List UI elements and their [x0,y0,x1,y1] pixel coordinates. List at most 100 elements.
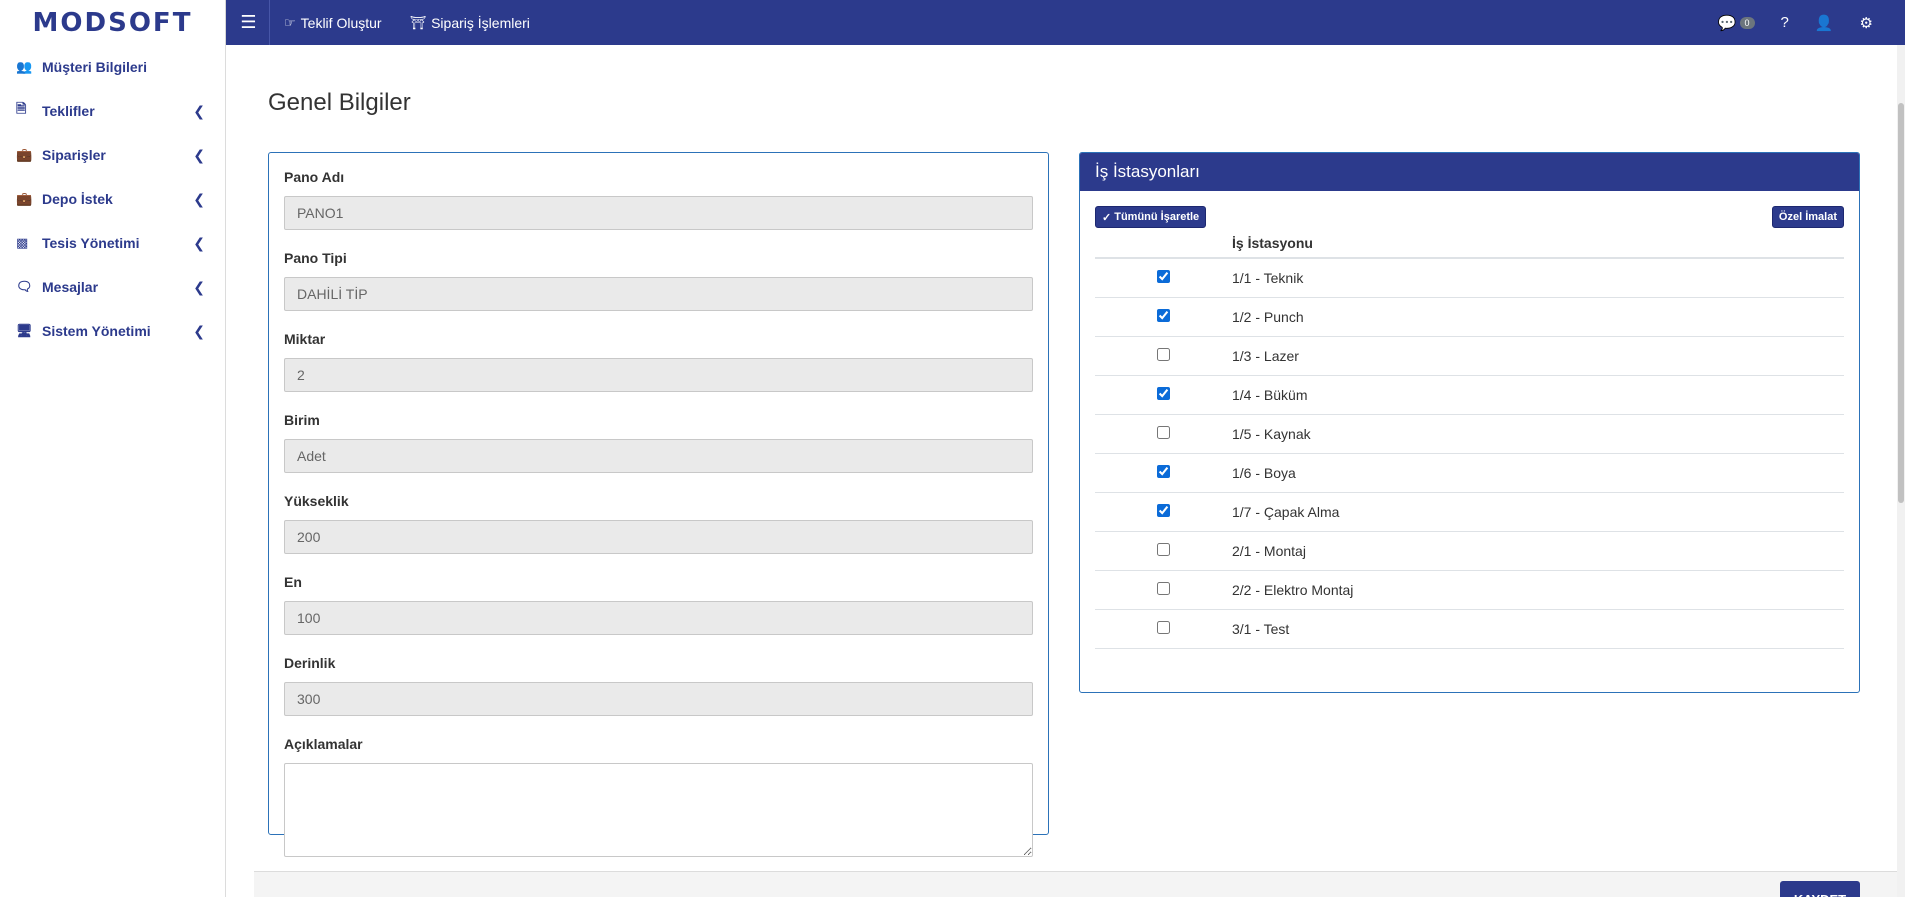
settings-button[interactable]: ⚙ [1860,14,1873,32]
field-label-birim: Birim [284,412,320,428]
workstation-checkbox[interactable] [1157,308,1170,322]
messages-count-badge: 0 [1739,16,1755,29]
workstations-card-title: İş İstasyonları [1080,153,1859,191]
top-right-actions: 💬 0 ? 👤 ⚙ [1718,0,1873,45]
sidebar-item-label: Mesajlar [42,279,99,295]
workstation-checkbox[interactable] [1157,386,1170,400]
workstation-name: 2/2 - Elektro Montaj [1232,570,1844,610]
aciklamalar-textarea[interactable] [284,763,1033,857]
page-scrollbar[interactable] [1897,45,1905,897]
teklif-olustur-label: Teklif Oluştur [300,14,382,31]
sidebar-item-tesis-yonetimi[interactable]: ▩ Tesis Yönetimi ❮ [0,221,225,265]
table-row: 1/7 - Çapak Alma [1095,492,1844,532]
workstation-name: 1/5 - Kaynak [1232,414,1844,454]
derinlik-input[interactable]: 300 [284,682,1033,716]
workstation-name: 1/1 - Teknik [1232,258,1844,298]
workstation-column-header: İş İstasyonu [1232,228,1844,259]
en-input[interactable]: 100 [284,601,1033,635]
workstation-name: 2/1 - Montaj [1232,531,1844,571]
siparis-islemleri-link[interactable]: ⛩ Sipariş İşlemleri [410,15,530,31]
sidebar-item-label: Teklifler [42,103,95,119]
sidebar-item-mesajlar[interactable]: 🗨 Mesajlar ❮ [0,265,225,309]
user-button[interactable]: 👤 [1815,14,1834,32]
main-content: Genel Bilgiler Pano Adı PANO1 Pano Tipi … [227,45,1897,897]
table-row: 1/1 - Teknik [1095,258,1844,298]
scrollbar-thumb[interactable] [1898,103,1904,503]
pano-tipi-input[interactable]: DAHİLİ TİP [284,277,1033,311]
sidebar-item-label: Tesis Yönetimi [42,235,140,251]
field-label-yukseklik: Yükseklik [284,493,349,509]
help-button[interactable]: ? [1781,14,1789,31]
sidebar-item-sistem-yonetimi[interactable]: 🖥 Sistem Yönetimi ❮ [0,309,225,353]
table-row: 1/6 - Boya [1095,453,1844,493]
top-navbar: MODSOFT ☰ ☞ Teklif Oluştur ⛩ Sipariş İşl… [0,0,1905,45]
table-row: 2/2 - Elektro Montaj [1095,570,1844,610]
general-info-card: Pano Adı PANO1 Pano Tipi DAHİLİ TİP Mikt… [268,152,1049,857]
handshake-icon: ☞ [284,14,296,30]
workstations-toolbar: ✓ Tümünü İşaretle Özel İmalat [1095,206,1844,228]
workstation-name: 1/3 - Lazer [1232,336,1844,376]
workstation-checkbox[interactable] [1157,269,1170,283]
yukseklik-input[interactable]: 200 [284,520,1033,554]
industry-icon: ▩ [16,235,29,250]
briefcase-icon: 💼 [16,147,33,162]
sidebar-item-musteri-bilgileri[interactable]: 👥 Müşteri Bilgileri [0,45,225,89]
desktop-icon: 🖥 [16,323,33,338]
gears-icon: ⚙ [1859,14,1873,32]
top-nav-links: ☞ Teklif Oluştur ⛩ Sipariş İşlemleri [284,0,530,45]
chevron-left-icon: ❮ [193,278,205,295]
workstation-checkbox[interactable] [1157,542,1170,556]
table-header-row: İş İstasyonu [1095,228,1844,259]
sidebar-item-teklifler[interactable]: 🗎 Teklifler ❮ [0,89,225,133]
sidebar-item-depo-istek[interactable]: 💼 Depo İstek ❮ [0,177,225,221]
workstation-checkbox[interactable] [1157,464,1170,478]
chevron-left-icon: ❮ [193,234,205,251]
workstation-name: 1/6 - Boya [1232,453,1844,493]
chevron-left-icon: ❮ [193,322,205,339]
workstation-checkbox[interactable] [1157,347,1170,361]
users-icon: 👥 [16,59,33,74]
select-all-label: Tümünü İşaretle [1114,211,1200,223]
select-all-button[interactable]: ✓ Tümünü İşaretle [1095,206,1207,228]
workstation-name: 1/7 - Çapak Alma [1232,492,1844,532]
form-footer-bar [254,871,1897,897]
field-label-miktar: Miktar [284,331,326,347]
birim-input[interactable]: Adet [284,439,1033,473]
workstations-table-body: 1/1 - Teknik 1/2 - Punch 1/3 - Lazer 1/4… [1095,258,1844,649]
menu-toggle-button[interactable]: ☰ [228,0,270,45]
field-label-pano-tipi: Pano Tipi [284,250,347,266]
field-label-en: En [284,574,302,590]
workstations-table: İş İstasyonu 1/1 - Teknik 1/2 - Punch 1/… [1095,228,1844,649]
table-row: 1/2 - Punch [1095,297,1844,337]
sidebar-item-label: Depo İstek [42,191,113,207]
double-check-icon: ✓ [1102,211,1112,224]
teklif-olustur-link[interactable]: ☞ Teklif Oluştur [284,15,382,31]
messages-button[interactable]: 💬 0 [1718,14,1755,32]
workstations-card: İş İstasyonları ✓ Tümünü İşaretle Özel İ… [1079,152,1860,693]
workstation-checkbox[interactable] [1157,581,1170,595]
user-icon: 👤 [1814,14,1834,32]
custom-manufacturing-button[interactable]: Özel İmalat [1771,206,1844,228]
pano-adi-input[interactable]: PANO1 [284,196,1033,230]
field-label-pano-adi: Pano Adı [284,169,345,185]
basket-icon: ⛩ [409,14,427,30]
sidebar-item-siparisler[interactable]: 💼 Siparişler ❮ [0,133,225,177]
field-label-aciklamalar: Açıklamalar [284,736,363,752]
table-row: 2/1 - Montaj [1095,531,1844,571]
workstation-checkbox[interactable] [1157,620,1170,634]
workstation-checkbox[interactable] [1157,425,1170,439]
comment-icon: 💬 [1717,14,1737,32]
miktar-input[interactable]: 2 [284,358,1033,392]
hamburger-icon: ☰ [240,12,257,32]
file-icon: 🗎 [16,101,27,116]
save-button[interactable]: KAYDET [1780,881,1860,897]
table-row: 1/4 - Büküm [1095,375,1844,415]
brand-logo[interactable]: MODSOFT [0,0,226,45]
table-row: 1/3 - Lazer [1095,336,1844,376]
siparis-islemleri-label: Sipariş İşlemleri [431,14,530,31]
workstation-checkbox[interactable] [1157,503,1170,517]
workstation-name: 1/2 - Punch [1232,297,1844,337]
workstation-name: 3/1 - Test [1232,609,1844,649]
field-label-derinlik: Derinlik [284,655,336,671]
checkbox-column-header [1095,228,1232,259]
